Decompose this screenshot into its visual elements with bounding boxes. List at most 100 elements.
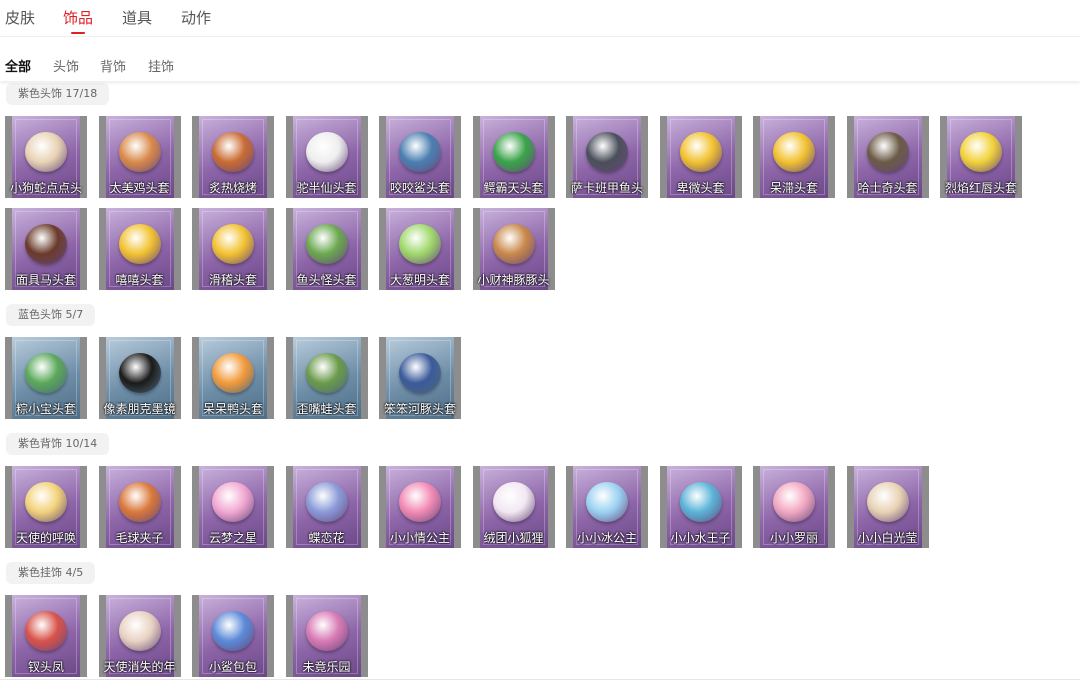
item-name: 笨笨河豚头套	[383, 402, 456, 416]
item-thumbnail-icon	[399, 482, 441, 522]
item-name: 钗头凤	[27, 660, 64, 674]
item-name: 面具马头套	[15, 273, 76, 287]
item-grid: 天使的呼唤 毛球夹子 云梦之星 蝶恋花 小小情公主 绒团小狐狸 小小冰公主 小小水王子 小小罗丽…	[5, 466, 1022, 548]
item-card[interactable]: 嘻嘻头套	[98, 208, 181, 290]
subtab-backwear[interactable]: 背饰	[100, 56, 126, 75]
item-card[interactable]: 毛球夹子	[98, 466, 181, 548]
item-thumbnail-icon	[118, 224, 161, 264]
item-thumbnail-icon	[305, 132, 348, 172]
item-name: 卑微头套	[676, 181, 725, 195]
item-card[interactable]: 滑稽头套	[192, 208, 274, 290]
item-card[interactable]: 天使的呼唤	[5, 466, 87, 548]
bottom-divider	[0, 679, 1080, 680]
item-card[interactable]: 呆呆鸭头套	[192, 337, 274, 419]
item-name: 鳄霸天头套	[483, 181, 544, 195]
item-card[interactable]: 小财神豚豚头	[472, 208, 555, 290]
item-card[interactable]: 萨卡班甲鱼头	[566, 116, 648, 198]
item-name: 像素朋克墨镜	[103, 402, 176, 416]
item-name: 呆呆鸭头套	[202, 402, 263, 416]
item-card[interactable]: 像素朋克墨镜	[98, 337, 181, 419]
item-card[interactable]: 大葱明头套	[379, 208, 461, 290]
item-card[interactable]: 太美鸡头套	[98, 116, 181, 198]
tab-skins[interactable]: 皮肤	[5, 7, 35, 28]
item-thumbnail-icon	[118, 132, 161, 172]
item-card[interactable]: 粽小宝头套	[5, 337, 87, 419]
item-card[interactable]: 未竟乐园	[285, 595, 368, 677]
item-name: 大葱明头套	[389, 273, 450, 287]
item-thumbnail-icon	[866, 132, 909, 172]
item-thumbnail-icon	[25, 482, 67, 522]
section-label: 蓝色头饰 5/7	[6, 304, 96, 326]
item-card[interactable]: 小小情公主	[379, 466, 461, 548]
subtab-pendant[interactable]: 挂饰	[148, 56, 174, 75]
item-card[interactable]: 烈焰红唇头套	[940, 116, 1022, 198]
item-thumbnail-icon	[960, 132, 1002, 172]
item-card[interactable]: 蝶恋花	[285, 466, 368, 548]
subtab-headwear[interactable]: 头饰	[53, 56, 79, 75]
item-name: 粽小宝头套	[15, 402, 76, 416]
item-thumbnail-icon	[212, 611, 254, 651]
item-card[interactable]: 炙热烧烤	[192, 116, 274, 198]
main-tabs: 皮肤 饰品 道具 动作	[0, 0, 1080, 37]
item-card[interactable]: 笨笨河豚头套	[379, 337, 461, 419]
item-card[interactable]: 小狗蛇点点头	[5, 116, 87, 198]
item-name: 烈焰红唇头套	[944, 181, 1017, 195]
item-card[interactable]: 钗头凤	[5, 595, 87, 677]
item-thumbnail-icon	[492, 224, 535, 264]
item-name: 滑稽头套	[208, 273, 257, 287]
item-card[interactable]: 小小白光莹	[846, 466, 929, 548]
item-name: 小鲨包包	[208, 660, 257, 674]
tab-items[interactable]: 道具	[122, 7, 152, 28]
item-card[interactable]: 天使消失的年	[98, 595, 181, 677]
item-name: 小小情公主	[389, 531, 450, 545]
item-name: 毛球夹子	[115, 531, 164, 545]
item-card[interactable]: 驼半仙头套	[285, 116, 368, 198]
item-name: 太美鸡头套	[109, 181, 170, 195]
item-name: 炙热烧烤	[208, 181, 257, 195]
tab-actions[interactable]: 动作	[181, 7, 211, 28]
item-name: 鱼头怪头套	[296, 273, 357, 287]
item-card[interactable]: 小小冰公主	[566, 466, 648, 548]
item-thumbnail-icon	[773, 482, 815, 522]
item-name: 嘻嘻头套	[115, 273, 164, 287]
item-card[interactable]: 鳄霸天头套	[472, 116, 555, 198]
item-thumbnail-icon	[305, 482, 348, 522]
item-thumbnail-icon	[399, 353, 441, 393]
item-name: 小狗蛇点点头	[9, 181, 82, 195]
item-card[interactable]: 鱼头怪头套	[285, 208, 368, 290]
item-name: 萨卡班甲鱼头	[570, 181, 643, 195]
item-card[interactable]: 咬咬鲨头套	[379, 116, 461, 198]
item-name: 小小水王子	[670, 531, 731, 545]
tab-accessories[interactable]: 饰品	[63, 7, 93, 28]
item-name: 歪嘴蛙头套	[296, 402, 357, 416]
item-thumbnail-icon	[118, 353, 161, 393]
item-thumbnail-icon	[212, 353, 254, 393]
item-thumbnail-icon	[679, 482, 722, 522]
item-thumbnail-icon	[25, 224, 67, 264]
item-thumbnail-icon	[586, 482, 628, 522]
item-thumbnail-icon	[866, 482, 909, 522]
item-card[interactable]: 云梦之星	[192, 466, 274, 548]
item-thumbnail-icon	[399, 132, 441, 172]
item-name: 驼半仙头套	[296, 181, 357, 195]
item-thumbnail-icon	[399, 224, 441, 264]
item-thumbnail-icon	[492, 132, 535, 172]
item-card[interactable]: 卑微头套	[659, 116, 742, 198]
item-thumbnail-icon	[679, 132, 722, 172]
item-thumbnail-icon	[212, 224, 254, 264]
item-card[interactable]: 呆滞头套	[753, 116, 835, 198]
active-tab-indicator	[71, 32, 85, 34]
sub-tabs: 全部 头饰 背饰 挂饰	[0, 37, 1080, 81]
item-card[interactable]: 绒团小狐狸	[472, 466, 555, 548]
item-card[interactable]: 小鲨包包	[192, 595, 274, 677]
item-card[interactable]: 面具马头套	[5, 208, 87, 290]
item-card[interactable]: 歪嘴蛙头套	[285, 337, 368, 419]
item-card[interactable]: 小小罗丽	[753, 466, 835, 548]
item-card[interactable]: 哈士奇头套	[846, 116, 929, 198]
subtab-all[interactable]: 全部	[5, 56, 31, 75]
item-name: 小小罗丽	[769, 531, 818, 545]
item-thumbnail-icon	[305, 353, 348, 393]
item-card[interactable]: 小小水王子	[659, 466, 742, 548]
item-name: 咬咬鲨头套	[389, 181, 450, 195]
item-grid: 粽小宝头套 像素朋克墨镜 呆呆鸭头套 歪嘴蛙头套 笨笨河豚头套	[5, 337, 1022, 419]
